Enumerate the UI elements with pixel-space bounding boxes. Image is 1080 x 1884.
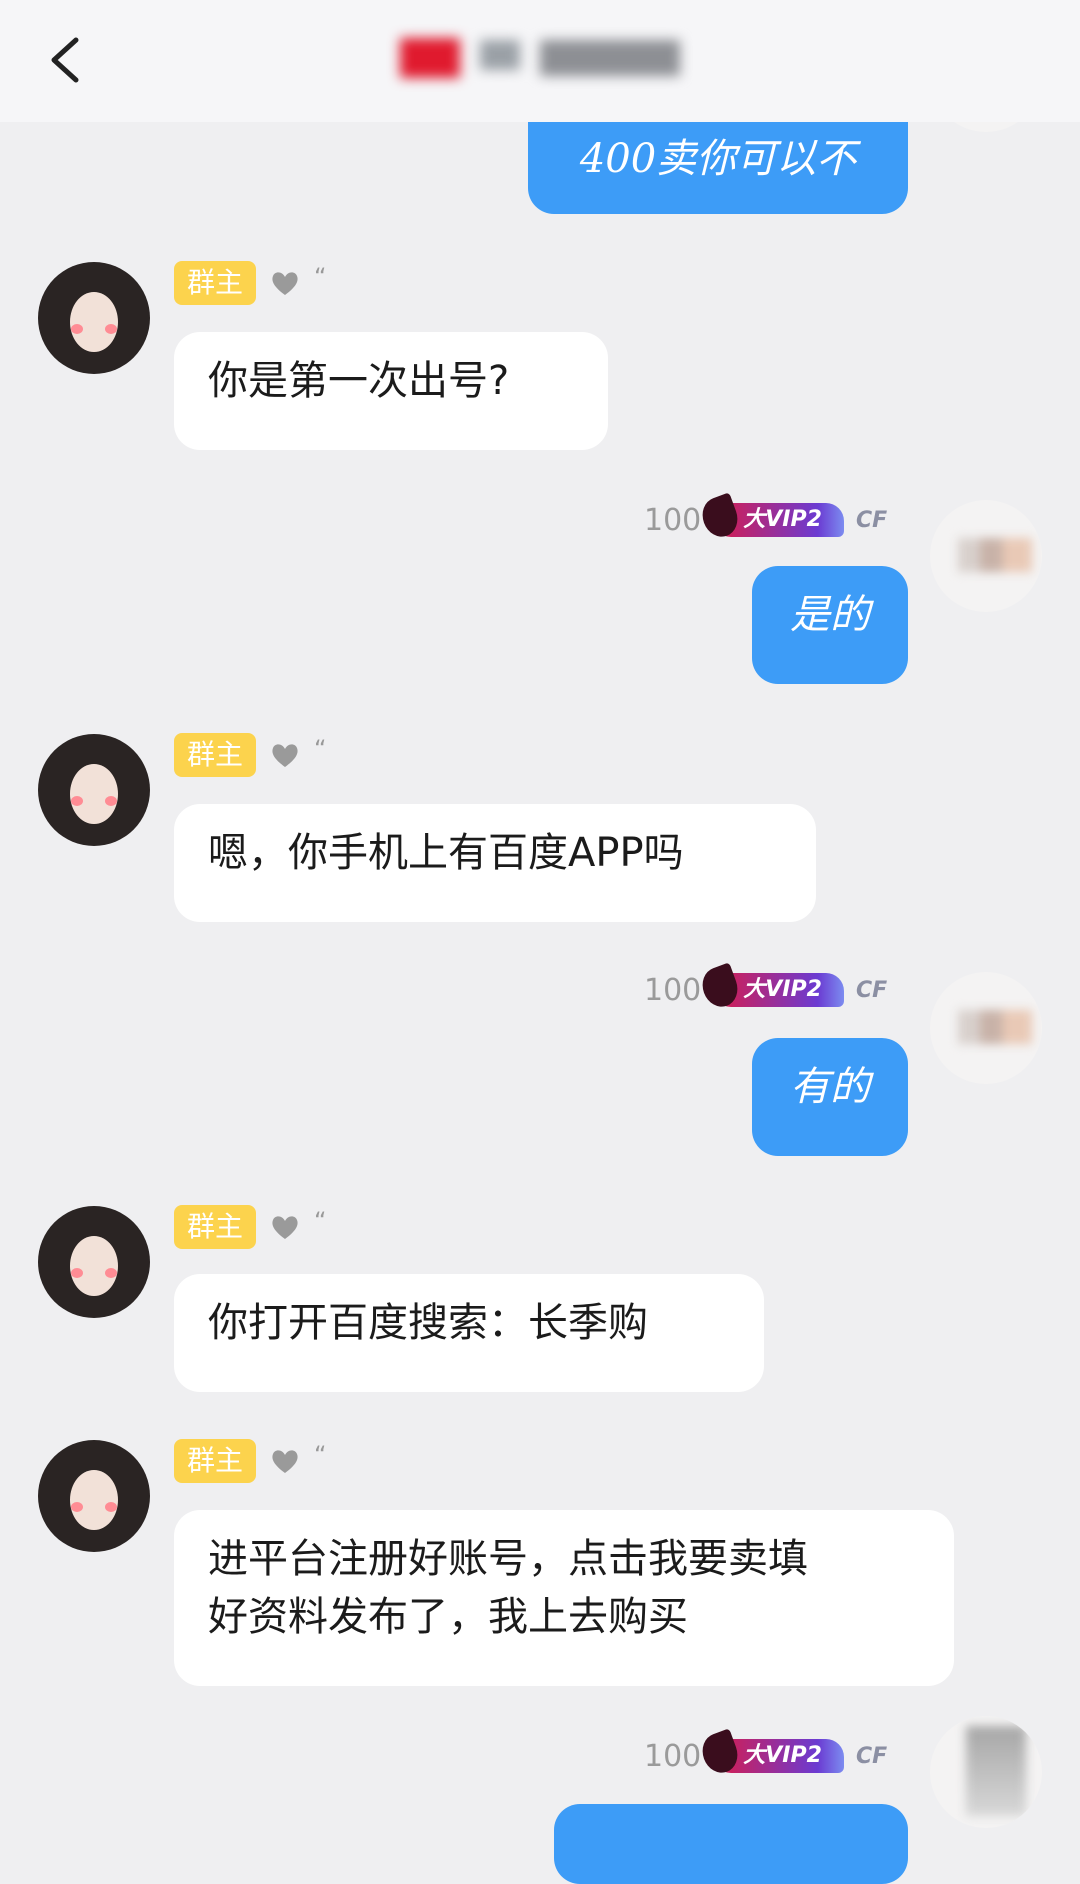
heart-icon	[272, 1216, 298, 1239]
message-text-line-2: 好资料发布了，我上去购买	[208, 1594, 688, 1640]
cf-icon: CF	[855, 977, 888, 1003]
chat-title-redacted	[400, 34, 680, 82]
level-text: 100	[644, 972, 702, 1008]
my-message-bubble[interactable]	[554, 1804, 908, 1884]
quote-icon: “	[314, 263, 327, 291]
received-message-bubble[interactable]: 进平台注册好账号，点击我要卖填 好资料发布了，我上去购买	[174, 1510, 954, 1686]
sender-info: 群主 “	[174, 260, 326, 306]
received-message-bubble[interactable]: 你是第一次出号?	[174, 332, 608, 450]
my-message-bubble[interactable]: 有的	[752, 1038, 908, 1156]
group-owner-badge: 群主	[174, 261, 257, 305]
my-meta: 100 大VIP2 CF	[644, 492, 888, 542]
received-message-bubble[interactable]: 嗯，你手机上有百度APP吗	[174, 804, 816, 922]
group-owner-badge: 群主	[174, 733, 257, 777]
my-avatar[interactable]	[930, 500, 1042, 612]
heart-icon	[272, 1450, 298, 1473]
message-text: 是的	[790, 592, 870, 638]
quote-icon: “	[314, 1441, 327, 1469]
bird-icon	[697, 962, 744, 1012]
my-message-bubble[interactable]: 是的	[752, 566, 908, 684]
quote-icon: “	[314, 735, 327, 763]
sender-info: 群主 “	[174, 1438, 326, 1484]
cf-icon: CF	[855, 1743, 888, 1769]
message-text: 你是第一次出号?	[208, 358, 510, 404]
message-text: 有的	[790, 1064, 870, 1110]
bird-icon	[697, 1728, 744, 1778]
bird-icon	[697, 492, 744, 542]
my-avatar[interactable]	[930, 1716, 1042, 1828]
vip-badge: 大VIP2	[697, 492, 844, 542]
group-owner-badge: 群主	[174, 1439, 257, 1483]
sender-info: 群主 “	[174, 1204, 326, 1250]
heart-icon	[272, 272, 298, 295]
message-text: 400卖你可以不	[579, 136, 857, 182]
message-text: 嗯，你手机上有百度APP吗	[208, 830, 684, 876]
level-text: 100	[644, 502, 702, 538]
cf-icon: CF	[855, 507, 888, 533]
vip-badge: 大VIP2	[697, 1728, 844, 1778]
vip-badge: 大VIP2	[697, 962, 844, 1012]
my-meta: 100 大VIP2 CF	[644, 962, 888, 1012]
quote-icon: “	[314, 1207, 327, 1235]
my-meta: 100 大VIP2 CF	[644, 1728, 888, 1778]
group-owner-avatar[interactable]	[38, 734, 150, 846]
heart-icon	[272, 744, 298, 767]
received-message-bubble[interactable]: 你打开百度搜索：长季购	[174, 1274, 764, 1392]
message-text-line-1: 进平台注册好账号，点击我要卖填	[208, 1536, 808, 1582]
chevron-left-icon	[51, 37, 79, 83]
group-owner-avatar[interactable]	[38, 1206, 150, 1318]
group-owner-badge: 群主	[174, 1205, 257, 1249]
message-text: 你打开百度搜索：长季购	[208, 1300, 648, 1346]
group-owner-avatar[interactable]	[38, 1440, 150, 1552]
back-button[interactable]	[40, 28, 100, 92]
my-avatar[interactable]	[930, 972, 1042, 1084]
chat-header	[0, 0, 1080, 122]
level-text: 100	[644, 1738, 702, 1774]
sender-info: 群主 “	[174, 732, 326, 778]
group-owner-avatar[interactable]	[38, 262, 150, 374]
